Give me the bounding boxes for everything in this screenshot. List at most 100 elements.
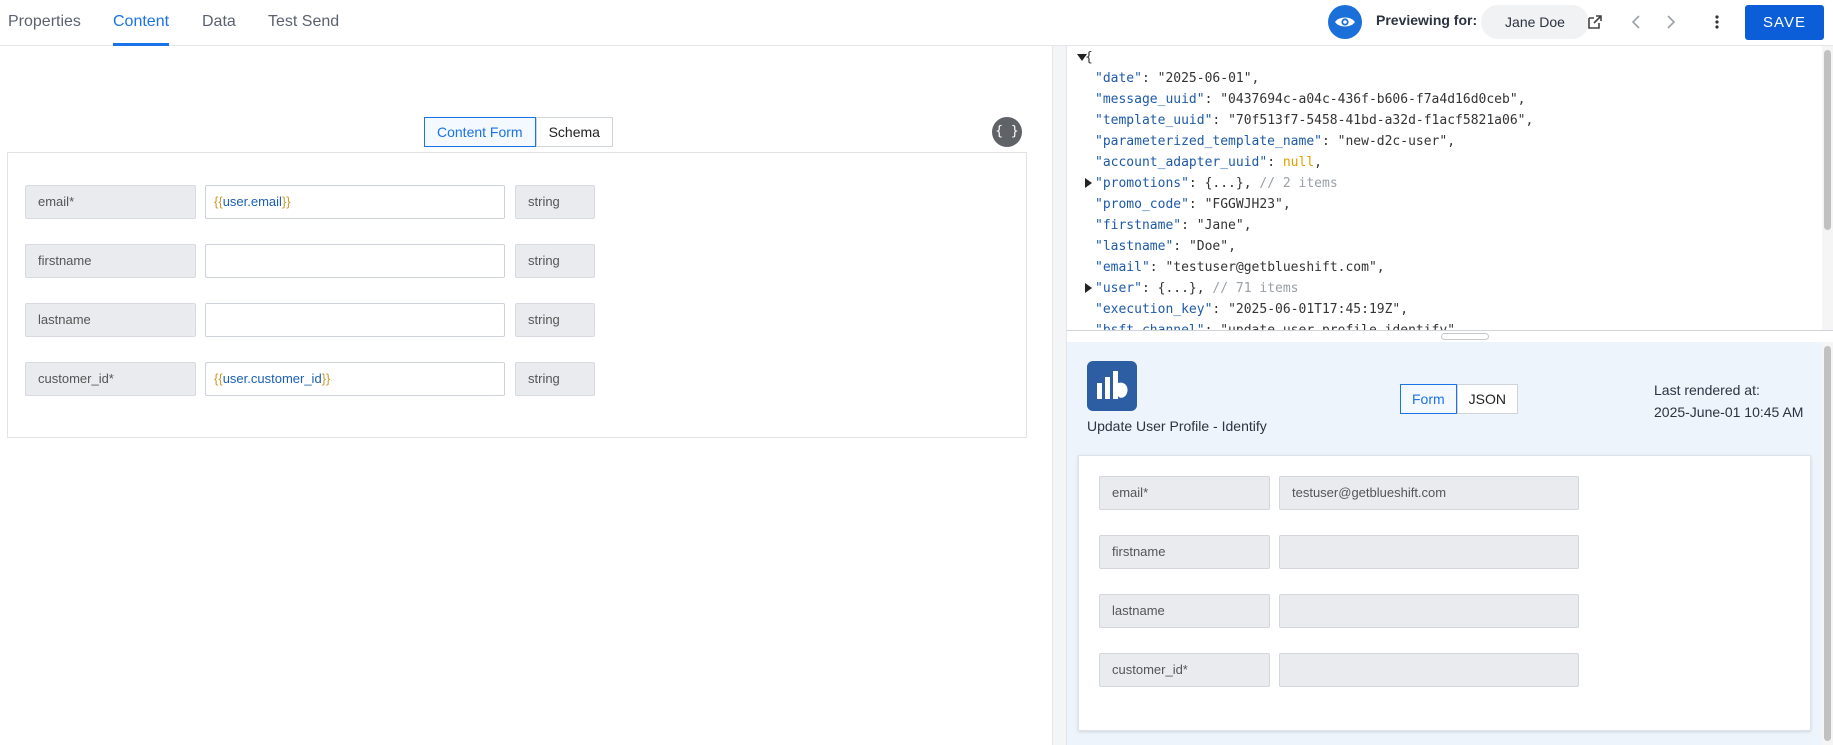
eye-icon [1335, 17, 1355, 27]
json-key: "account_adapter_uuid" [1095, 155, 1268, 170]
json-line[interactable]: "promotions": {...}, // 2 items [1085, 173, 1338, 194]
split-drag-handle[interactable] [1441, 333, 1489, 340]
json-key: "lastname" [1095, 239, 1174, 254]
preview-panel: {"date": "2025-06-01", "message_uuid": "0… [1067, 46, 1833, 745]
preview-label-firstname: firstname [1099, 535, 1270, 569]
tab-test-send[interactable]: Test Send [268, 0, 339, 46]
save-button[interactable]: SAVE [1745, 5, 1824, 40]
json-value: "Doe" [1188, 239, 1229, 254]
json-value: "FGGWJH23" [1204, 197, 1283, 212]
json-key: "execution_key" [1095, 302, 1213, 317]
schema-tab[interactable]: Schema [535, 117, 613, 147]
brand-logo-icon [1087, 361, 1137, 411]
tab-properties[interactable]: Properties [8, 0, 81, 46]
field-type-lastname: string [515, 303, 595, 337]
preview-user-chip[interactable]: Jane Doe [1481, 5, 1589, 39]
preview-scroll-thumb[interactable] [1824, 346, 1831, 741]
json-key: "template_uuid" [1095, 113, 1213, 128]
json-scrollbar[interactable] [1822, 46, 1833, 330]
brand-logo-glyph [1097, 371, 1128, 399]
json-line: "date": "2025-06-01", [1095, 71, 1260, 86]
field-label-customer-id: customer_id* [25, 362, 196, 396]
field-label-firstname: firstname [25, 244, 196, 278]
preview-scrollbar[interactable] [1822, 342, 1833, 745]
json-value: "2025-06-01" [1157, 71, 1252, 86]
json-comment: // 71 items [1204, 281, 1299, 296]
preview-toggle-button[interactable] [1328, 5, 1362, 39]
external-link-icon[interactable] [1586, 13, 1604, 31]
expand-triangle-icon[interactable] [1077, 52, 1087, 62]
content-editor-panel: Content Form Schema { } email* {{user.em… [0, 46, 1052, 745]
template-brace: {{ [214, 371, 223, 386]
last-rendered-value: 2025-June-01 10:45 AM [1654, 404, 1804, 420]
preview-form-tab[interactable]: Form [1400, 384, 1457, 414]
previewing-for-label: Previewing for: [1376, 12, 1478, 28]
preview-value-firstname [1279, 535, 1579, 569]
json-scroll-thumb[interactable] [1824, 50, 1831, 230]
field-type-customer-id: string [515, 362, 595, 396]
chevron-left-icon[interactable] [1628, 12, 1646, 32]
json-line: "account_adapter_uuid": null, [1095, 155, 1322, 170]
expand-triangle-icon[interactable] [1083, 283, 1093, 293]
field-type-firstname: string [515, 244, 595, 278]
template-brace: {{ [214, 194, 223, 209]
preview-value-customer-id [1279, 653, 1579, 687]
top-bar: Properties Content Data Test Send Previe… [0, 0, 1833, 46]
content-form-tab[interactable]: Content Form [424, 117, 536, 147]
json-viewer: {"date": "2025-06-01", "message_uuid": "0… [1067, 46, 1822, 330]
preview-json-tab[interactable]: JSON [1456, 384, 1519, 414]
json-line: "execution_key": "2025-06-01T17:45:19Z", [1095, 302, 1409, 317]
preview-value-email: testuser@getblueshift.com [1279, 476, 1579, 510]
json-value: "new-d2c-user" [1337, 134, 1448, 149]
preview-view-switch: Form JSON [1400, 384, 1519, 414]
braces-icon[interactable]: { } [992, 117, 1022, 147]
template-brace: }} [321, 371, 331, 386]
json-key: "message_uuid" [1095, 92, 1205, 107]
lastname-input[interactable] [205, 303, 505, 337]
tab-data[interactable]: Data [202, 0, 236, 46]
json-null: null [1282, 155, 1315, 170]
json-value: "testuser@getblueshift.com" [1165, 260, 1377, 275]
json-key: "promotions" [1095, 176, 1189, 191]
json-line: "firstname": "Jane", [1095, 218, 1252, 233]
json-key: "email" [1095, 260, 1150, 275]
json-key: "date" [1095, 71, 1142, 86]
json-key: "bsft_channel" [1095, 323, 1205, 330]
json-line: "promo_code": "FGGWJH23", [1095, 197, 1291, 212]
field-label-lastname: lastname [25, 303, 196, 337]
json-key: "firstname" [1095, 218, 1182, 233]
json-key: "promo_code" [1095, 197, 1189, 212]
json-line[interactable]: "user": {...}, // 71 items [1085, 278, 1299, 299]
preview-label-lastname: lastname [1099, 594, 1270, 628]
split-handle-bar [1067, 330, 1833, 342]
json-value: "Jane" [1196, 218, 1244, 233]
last-rendered-label: Last rendered at: [1654, 382, 1760, 398]
content-view-switch: Content Form Schema [424, 117, 613, 147]
tab-content[interactable]: Content [113, 0, 170, 46]
expand-triangle-icon[interactable] [1083, 178, 1093, 188]
preview-form: email* testuser@getblueshift.com firstna… [1078, 455, 1811, 731]
json-value: "update_user_profile_identify" [1220, 323, 1455, 330]
template-var: user.customer_id [222, 371, 322, 386]
chevron-right-icon[interactable] [1661, 12, 1679, 32]
json-value: "2025-06-01T17:45:19Z" [1228, 302, 1401, 317]
email-input[interactable]: {{user.email}} [205, 185, 505, 219]
json-line: "parameterized_template_name": "new-d2c-… [1095, 134, 1456, 149]
field-label-email: email* [25, 185, 196, 219]
preview-label-customer-id: customer_id* [1099, 653, 1270, 687]
preview-value-lastname [1279, 594, 1579, 628]
customer-id-input[interactable]: {{user.customer_id}} [205, 362, 505, 396]
json-value: "70f513f7-5458-41bd-a32d-f1acf5821a06" [1228, 113, 1526, 128]
preview-title: Update User Profile - Identify [1087, 418, 1267, 434]
json-value: {...} [1157, 281, 1197, 296]
json-value: "0437694c-a04c-436f-b606-f7a4d16d0ceb" [1220, 92, 1518, 107]
preview-label-email: email* [1099, 476, 1270, 510]
json-value: {...} [1204, 176, 1244, 191]
json-line: "lastname": "Doe", [1095, 239, 1236, 254]
firstname-input[interactable] [205, 244, 505, 278]
kebab-menu-icon[interactable] [1710, 12, 1724, 32]
json-line[interactable]: { [1071, 47, 1093, 68]
json-key: "user" [1095, 281, 1142, 296]
json-line: "template_uuid": "70f513f7-5458-41bd-a32… [1095, 113, 1534, 128]
panel-divider[interactable] [1052, 46, 1067, 745]
